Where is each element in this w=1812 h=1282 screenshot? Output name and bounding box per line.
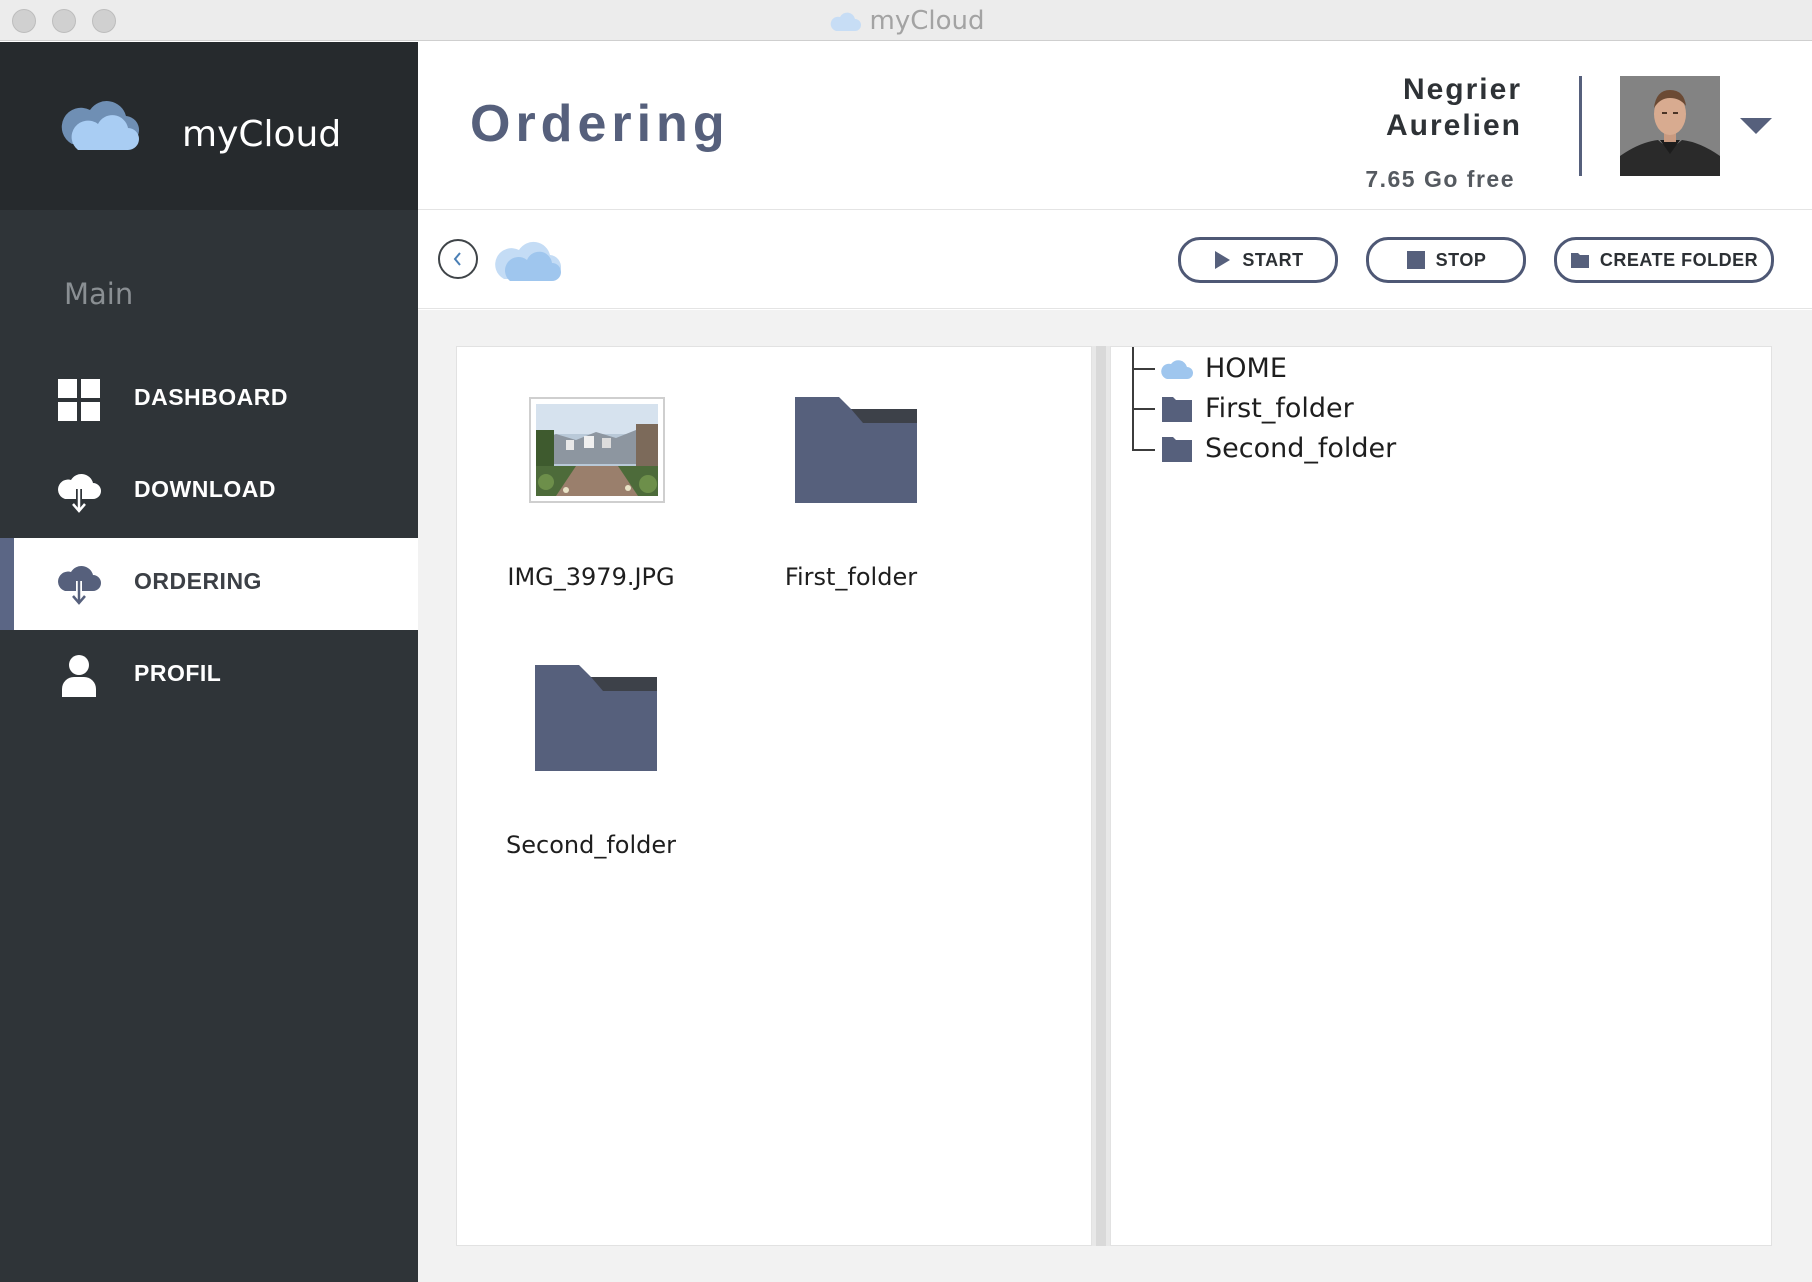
sidebar-item-profil[interactable]: PROFIL [0,630,418,722]
file-name: IMG_3979.JPG [507,563,675,591]
sidebar-item-dashboard[interactable]: DASHBOARD [0,354,418,446]
user-menu-dropdown-icon[interactable] [1738,114,1774,138]
sidebar-item-label: DOWNLOAD [134,476,276,502]
folder-icon [535,665,657,771]
file-grid: IMG_3979.JPG First_folder Second_folder [456,346,1092,1246]
page-title: Ordering [470,95,730,153]
content-area: IMG_3979.JPG First_folder Second_folder [418,310,1812,1282]
page-header: Ordering Negrier Aurelien 7.65 Go free [418,42,1812,210]
cloud-icon [1161,360,1193,379]
sidebar-item-label: DASHBOARD [134,384,288,410]
file-name: Second_folder [506,831,676,859]
tree-node-label: Second_folder [1205,433,1397,464]
brand-name: myCloud [182,114,342,155]
sidebar-item-download[interactable]: DOWNLOAD [0,446,418,538]
cloud-download-icon [58,566,101,605]
cloud-icon [830,12,861,31]
user-icon [62,655,96,697]
user-name: Negrier Aurelien [1386,72,1522,144]
folder-icon [1162,397,1192,422]
toolbar: START STOP CREATE FOLDER [418,211,1812,309]
sidebar-item-label: ORDERING [134,568,262,594]
user-first-name: Negrier [1402,73,1522,106]
header-divider [1579,76,1582,176]
dashboard-grid-icon [58,379,100,421]
file-item-image[interactable]: IMG_3979.JPG [491,397,691,597]
folder-icon [795,397,917,503]
tree-node-label: First_folder [1205,393,1354,424]
nav-section-label: Main [64,277,134,311]
file-item-folder[interactable]: Second_folder [491,665,691,865]
file-item-folder[interactable]: First_folder [751,397,951,597]
cloud-download-icon [58,474,101,513]
chevron-left-icon [453,252,461,266]
window-title-text: myCloud [869,5,985,36]
folder-tree: HOME First_folder Second_folder [1110,346,1772,1246]
user-last-name: Aurelien [1385,109,1522,142]
avatar-image [1620,76,1720,176]
play-icon [1215,251,1231,269]
start-button[interactable]: START [1178,237,1338,283]
stop-button-label: STOP [1435,249,1487,270]
back-button[interactable] [438,239,478,279]
window-titlebar: myCloud [0,0,1812,41]
sidebar: myCloud Main DASHBOARD DOWNLOAD ORDERING [0,42,418,1282]
tree-node-label: HOME [1205,353,1287,384]
window-title: myCloud [0,0,1812,41]
file-name: First_folder [784,563,918,591]
folder-icon [1570,253,1589,268]
folder-icon [1162,437,1192,462]
create-folder-button-label: CREATE FOLDER [1599,249,1759,270]
sidebar-item-label: PROFIL [134,660,222,686]
cloud-home-icon[interactable] [492,237,562,283]
create-folder-button[interactable]: CREATE FOLDER [1554,237,1774,283]
cloud-logo-icon [61,101,140,150]
avatar[interactable] [1620,76,1720,176]
stop-button[interactable]: STOP [1366,237,1526,283]
image-thumbnail-photo [536,404,658,496]
panel-splitter[interactable] [1092,346,1110,1246]
splitter-grip[interactable] [1096,346,1106,1246]
image-thumbnail [529,397,665,503]
storage-quota: 7.65 Go free [1365,166,1515,192]
stop-icon [1406,251,1425,269]
brand-header: myCloud [0,42,418,210]
sidebar-item-ordering[interactable]: ORDERING [0,538,418,630]
start-button-label: START [1242,249,1304,270]
active-indicator [0,538,14,630]
